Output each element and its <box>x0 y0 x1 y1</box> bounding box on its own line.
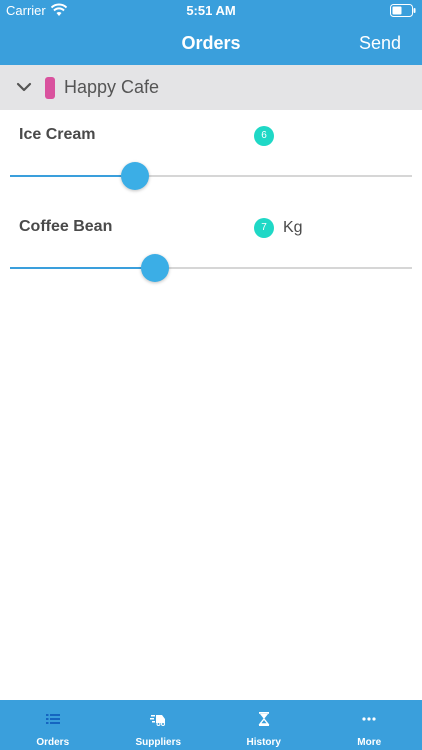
unit-label: Kg <box>283 219 303 236</box>
quantity-badge: 7 <box>254 218 274 238</box>
delivery-truck-icon <box>150 715 166 726</box>
navigation-bar: Orders Send <box>0 22 422 65</box>
chevron-down-icon[interactable] <box>16 81 32 93</box>
status-bar: Carrier 5:51 AM <box>0 0 422 22</box>
status-time: 5:51 AM <box>186 3 236 18</box>
tab-bar: Orders Suppliers History More <box>0 700 422 750</box>
quantity-slider[interactable] <box>10 161 412 191</box>
list-icon <box>45 714 60 724</box>
supplier-color-tag <box>45 77 55 99</box>
quantity-slider[interactable] <box>10 253 412 283</box>
slider-thumb[interactable] <box>120 162 149 190</box>
send-button[interactable]: Send <box>359 33 401 54</box>
supplier-name: Happy Cafe <box>64 77 160 97</box>
quantity-badge: 6 <box>254 126 274 146</box>
tab-label: History <box>246 737 281 748</box>
tab-suppliers[interactable]: Suppliers <box>106 700 212 750</box>
slider-thumb[interactable] <box>140 254 169 282</box>
tab-more[interactable]: More <box>317 700 422 750</box>
tab-label: Orders <box>36 737 70 748</box>
hourglass-icon <box>258 712 270 726</box>
tab-history[interactable]: History <box>211 700 317 750</box>
supplier-section-header[interactable]: Happy Cafe <box>0 65 422 110</box>
item-name: Coffee Bean <box>19 218 113 235</box>
more-dots-icon <box>362 717 376 721</box>
battery-icon <box>390 4 416 17</box>
item-name: Ice Cream <box>19 126 96 143</box>
order-item: Coffee Bean 7 Kg <box>0 202 422 294</box>
tab-label: More <box>357 737 382 748</box>
order-item: Ice Cream 6 <box>0 110 422 202</box>
tab-label: Suppliers <box>135 737 182 748</box>
slider-fill <box>10 175 135 177</box>
tab-orders[interactable]: Orders <box>0 700 106 750</box>
slider-fill <box>10 267 155 269</box>
